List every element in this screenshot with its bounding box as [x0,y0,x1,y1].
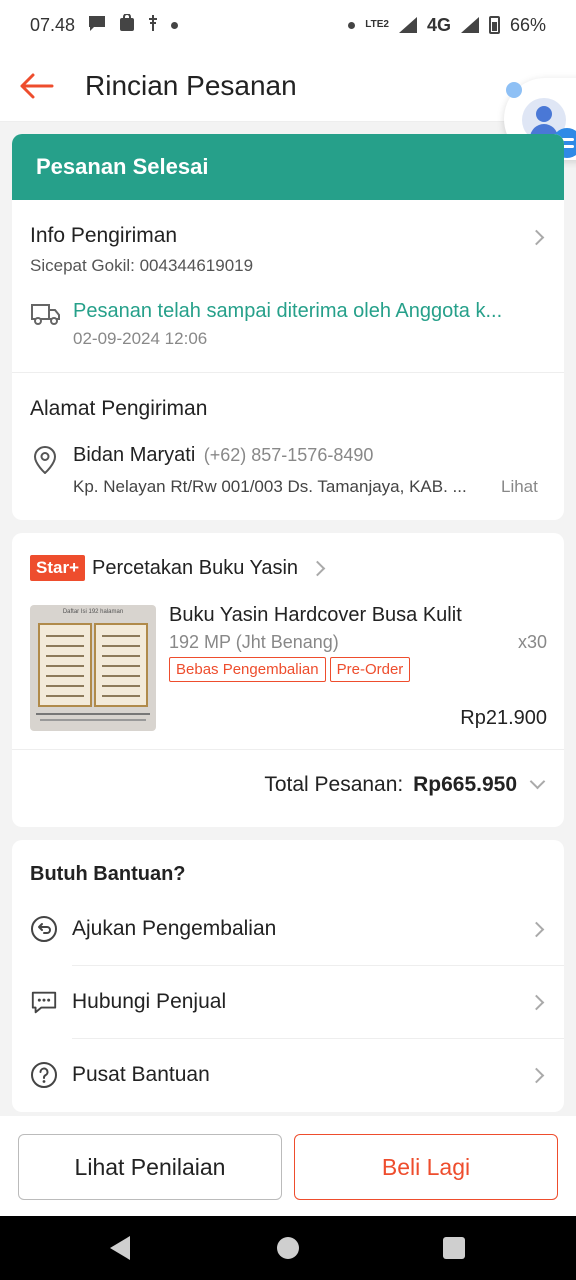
battery-icon [488,16,500,34]
signal-icon [398,17,417,33]
preorder-tag: Pre-Order [329,657,411,682]
chevron-right-icon [528,921,545,938]
help-item-label: Ajukan Pengembalian [72,917,277,940]
product-tags: Bebas Pengembalian Pre-Order [169,657,414,682]
chevron-down-icon [529,773,546,790]
star-plus-badge: Star+ [30,555,85,581]
chat-icon [30,988,58,1016]
signal-2-icon [460,17,479,33]
chat-notification-icon [87,14,107,37]
thumb-title: Daftar Isi 192 halaman [62,609,124,615]
truck-icon [31,304,60,325]
order-total-label: Total Pesanan: [264,773,404,796]
shop-name: Percetakan Buku Yasin [92,556,299,579]
product-thumbnail[interactable]: Daftar Isi 192 halaman [30,605,156,731]
nav-back-icon[interactable] [110,1236,130,1260]
courier-tracking-number: Sicepat Gokil: 004344619019 [30,256,254,275]
notification-dot [506,82,522,98]
view-review-button[interactable]: Lihat Penilaian [18,1134,282,1200]
chevron-right-icon [528,229,545,246]
status-time: 07.48 [30,14,76,35]
return-icon [30,915,58,943]
help-item-label: Pusat Bantuan [72,1063,210,1086]
volte-label: LTE2 [365,19,389,30]
help-title: Butuh Bantuan? [30,863,186,885]
app-header: Rincian Pesanan [0,50,576,122]
shop-row[interactable]: Star+ Percetakan Buku Yasin [30,555,326,581]
product-price: Rp21.900 [460,707,547,729]
product-quantity: x30 [517,632,547,652]
help-item-return[interactable]: Ajukan Pengembalian [30,893,546,965]
address-line: Kp. Nelayan Rt/Rw 001/003 Ds. Tamanjaya,… [73,477,467,496]
shipping-info-row[interactable]: Info Pengiriman Sicepat Gokil: 004344619… [12,200,564,372]
book-page-left [38,623,92,707]
page-title: Rincian Pesanan [85,69,297,101]
tracking-time: 02-09-2024 12:06 [73,329,208,348]
product-variant: 192 MP (Jht Benang) [169,632,339,652]
system-nav-bar [0,1216,576,1280]
usb-icon [147,14,159,36]
see-more-link[interactable]: Lihat [501,477,538,497]
bottom-action-bar: Lihat Penilaian Beli Lagi [0,1116,576,1216]
help-item-label: Hubungi Penjual [72,990,227,1013]
tracking-message: Pesanan telah sampai diterima oleh Anggo… [73,300,503,322]
help-card: Butuh Bantuan? Ajukan Pengembalian Hubun… [12,840,564,1112]
help-icon [30,1061,58,1089]
recipient-phone: (+62) 857-1576-8490 [203,445,374,465]
chevron-right-icon [528,994,545,1011]
shipping-info-title: Info Pengiriman [30,224,178,247]
nav-recents-icon[interactable] [443,1237,465,1259]
more-notifications-icon [171,21,179,29]
indicator-dot-icon [348,21,356,29]
recipient-name: Bidan Maryati [73,444,196,466]
shipping-address-row[interactable]: Alamat Pengiriman Bidan Maryati (+62) 85… [12,373,564,520]
product-name[interactable]: Buku Yasin Hardcover Busa Kulit [169,604,462,627]
order-total-row[interactable]: Total Pesanan: Rp665.950 [12,750,564,827]
help-item-help-center[interactable]: Pusat Bantuan [30,1039,546,1111]
battery-level: 66% [509,14,546,35]
shop-notification-icon [119,12,135,37]
order-total-value: Rp665.950 [413,773,517,796]
order-item-card: Star+ Percetakan Buku Yasin Daftar Isi 1… [12,533,564,827]
shipping-address-title: Alamat Pengiriman [30,397,208,420]
order-status-card: Pesanan Selesai Info Pengiriman Sicepat … [12,134,564,520]
nav-home-icon[interactable] [277,1237,299,1259]
network-label: 4G [426,14,451,35]
status-banner: Pesanan Selesai [12,134,564,200]
book-page-right [94,623,148,707]
status-bar: 07.48 LTE2 4G 66% [0,0,576,50]
free-return-tag: Bebas Pengembalian [169,657,326,682]
chevron-right-icon [528,1067,545,1084]
arrow-left-icon [20,73,54,98]
buy-again-button[interactable]: Beli Lagi [294,1134,558,1200]
location-pin-icon [34,446,56,474]
chevron-right-icon [309,560,326,576]
back-button[interactable] [0,50,72,122]
help-item-chat-seller[interactable]: Hubungi Penjual [30,966,546,1038]
